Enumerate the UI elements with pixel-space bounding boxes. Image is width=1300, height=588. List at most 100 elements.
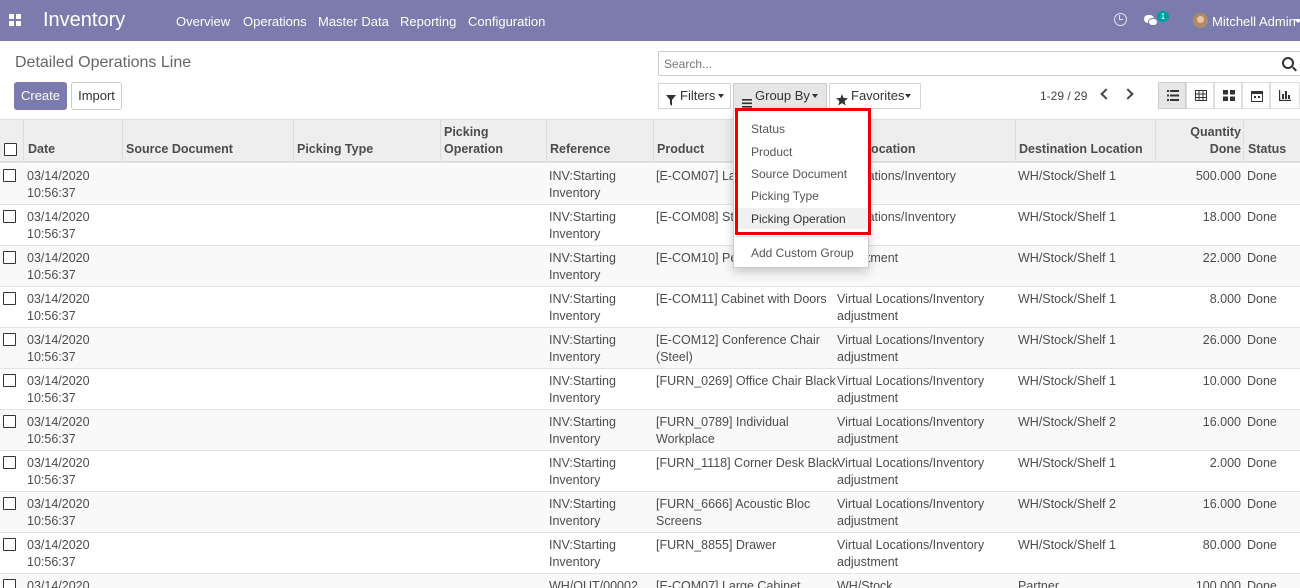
add-custom-group[interactable]: Add Custom Group [751,246,854,260]
table-row[interactable]: 03/14/2020 10:56:37 INV:Starting Inventory [… [0,287,1300,328]
cell-status-line1: Done [1247,497,1277,511]
column-date[interactable]: Date [28,141,55,158]
filters-button[interactable]: Filters [658,83,731,109]
cell-source-location-line1: Virtual Locations/Inventory [837,333,985,347]
table-row[interactable]: 03/14/2020 10:56:37 INV:Starting Inventory [… [0,451,1300,492]
row-checkbox[interactable] [3,251,16,264]
cell-destination-location-line1: WH/Stock/Shelf 1 [1018,333,1116,347]
table-row[interactable]: 03/14/2020 10:56:37 INV:Starting Inventory [… [0,164,1300,205]
cell-date-line2: 10:56:37 [27,555,76,569]
cell-reference: INV:Starting Inventory [549,250,616,284]
menu-master-data[interactable]: Master Data [318,14,389,29]
column-status[interactable]: Status [1248,141,1286,158]
pager-value[interactable]: 1-29 / 29 [1040,89,1087,103]
row-checkbox[interactable] [3,169,16,182]
search-icon[interactable] [1282,57,1294,69]
highlight-box [735,108,871,235]
cell-reference-line1: WH/OUT/00002 [549,579,638,588]
avatar[interactable] [1193,13,1208,28]
cell-reference-line2: Inventory [549,309,601,323]
cell-reference: INV:Starting Inventory [549,455,616,489]
list-view-button[interactable] [1158,82,1186,109]
table-row[interactable]: 03/14/2020 10:56:37 INV:Starting Inventory [… [0,246,1300,287]
import-button[interactable]: Import [71,82,122,110]
cell-date-line1: 03/14/2020 [27,292,90,306]
cell-date-line2: 10:56:37 [27,227,76,241]
cell-product: [E-COM07] Large Cabinet [656,578,801,588]
cell-reference: INV:Starting Inventory [549,373,616,407]
cell-status-line1: Done [1247,415,1277,429]
row-checkbox[interactable] [3,374,16,387]
row-checkbox[interactable] [3,579,16,588]
row-checkbox[interactable] [3,333,16,346]
pivot-view-button[interactable] [1186,82,1214,109]
table-row[interactable]: 03/14/2020 10:56:37 INV:Starting Inventory [… [0,328,1300,369]
list-view-icon [1167,90,1179,101]
cell-status-line1: Done [1247,374,1277,388]
cell-date-line1: 03/14/2020 [27,374,90,388]
calendar-view-button[interactable] [1242,82,1270,109]
chevron-down-icon[interactable] [1294,19,1300,23]
apps-grid-icon[interactable] [9,14,21,26]
cell-reference-line1: INV:Starting [549,374,616,388]
create-button[interactable]: Create [14,82,67,110]
column-quantity-done[interactable]: Quantity Done [1160,124,1241,158]
table-row[interactable]: 03/14/2020 10:56:37 INV:Starting Inventory [… [0,492,1300,533]
cell-product-line1: [FURN_1118] Corner Desk Black [656,456,839,470]
cell-date-line1: 03/14/2020 [27,538,90,552]
user-menu[interactable]: Mitchell Admin [1212,14,1296,29]
column-source-document[interactable]: Source Document [126,141,233,158]
group-by-button[interactable]: Group By [733,83,827,109]
menu-overview[interactable]: Overview [176,14,230,29]
cell-source-location-line1: Virtual Locations/Inventory [837,456,985,470]
column-product[interactable]: Product [657,141,704,158]
chevron-left-icon[interactable] [1097,86,1111,104]
cell-reference-line1: INV:Starting [549,333,616,347]
row-checkbox[interactable] [3,415,16,428]
table-row[interactable]: 03/14/2020 10:56:37 INV:Starting Inventory [… [0,369,1300,410]
clock-icon[interactable] [1114,13,1127,26]
favorites-button[interactable]: Favorites [829,83,921,109]
app-name[interactable]: Inventory [43,9,125,32]
cell-product: [FURN_6666] Acoustic Bloc Screens [656,496,810,530]
kanban-view-button[interactable] [1214,82,1242,109]
cell-date: 03/14/2020 10:56:37 [27,537,90,571]
cell-status: Done [1247,373,1277,390]
page-title: Detailed Operations Line [15,54,192,71]
table-row[interactable]: 03/14/2020 WH/OUT/00002 [E-COM07] Large Ca… [0,574,1300,588]
cell-quantity-done: 16.000 [1160,496,1241,513]
column-picking-type[interactable]: Picking Type [297,141,373,158]
cell-product-line2: Workplace [656,432,715,446]
chevron-right-icon[interactable] [1122,86,1136,104]
cell-product: [FURN_0269] Office Chair Black [656,373,836,390]
search-input[interactable] [664,57,1264,71]
row-checkbox[interactable] [3,497,16,510]
cell-reference-line1: INV:Starting [549,415,616,429]
cell-source-location-line2: adjustment [837,555,899,569]
table-row[interactable]: 03/14/2020 10:56:37 INV:Starting Inventory [… [0,410,1300,451]
cell-status: Done [1247,332,1277,349]
row-checkbox[interactable] [3,456,16,469]
cell-quantity-done-line1: 80.000 [1202,538,1241,552]
menu-reporting[interactable]: Reporting [400,14,456,29]
cell-date: 03/14/2020 10:56:37 [27,250,90,284]
column-quantity-done-line2: Done [1209,142,1241,156]
table-row[interactable]: 03/14/2020 10:56:37 INV:Starting Inventory [… [0,533,1300,574]
row-checkbox[interactable] [3,538,16,551]
kanban-icon [1223,90,1235,101]
cell-source-location: WH/Stock [837,578,893,588]
menu-configuration[interactable]: Configuration [468,14,545,29]
column-destination-location[interactable]: Destination Location [1019,141,1143,158]
table-row[interactable]: 03/14/2020 10:56:37 INV:Starting Inventory [… [0,205,1300,246]
cell-date-line2: 10:56:37 [27,432,76,446]
row-checkbox[interactable] [3,292,16,305]
column-reference[interactable]: Reference [550,141,610,158]
row-checkbox[interactable] [3,210,16,223]
menu-operations[interactable]: Operations [243,14,307,29]
graph-view-button[interactable] [1270,82,1300,109]
column-picking-operation[interactable]: Picking Operation [444,124,503,158]
select-all-checkbox[interactable] [4,143,17,156]
cell-destination-location-line1: WH/Stock/Shelf 2 [1018,497,1116,511]
cell-date: 03/14/2020 [27,578,90,588]
cell-date-line2: 10:56:37 [27,309,76,323]
